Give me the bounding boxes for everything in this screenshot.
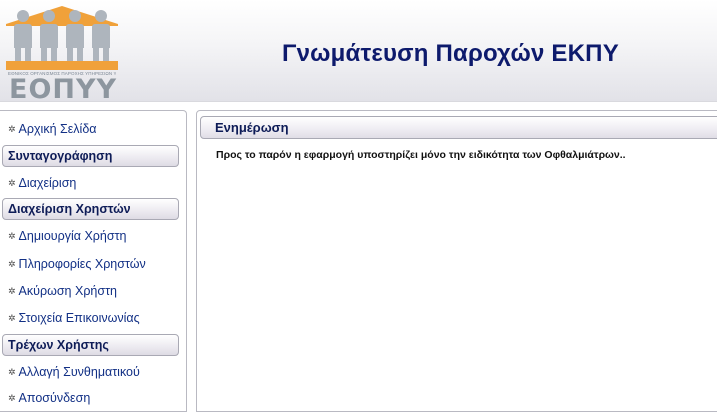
section-header-prescription: Συνταγογράφηση [2, 145, 179, 167]
section-header-user-management: Διαχείριση Χρηστών [2, 198, 179, 220]
logo-brand-text: ΕΟΠΥΥ [9, 74, 118, 105]
sidebar-item-label: Αλλαγή Συνθηματικού [18, 365, 140, 379]
sidebar-item-cancel-user[interactable]: ✲ Ακύρωση Χρήστη [8, 284, 117, 298]
gear-bullet-icon: ✲ [8, 231, 16, 241]
sidebar-item-label: Δημιουργία Χρήστη [18, 229, 127, 243]
sidebar-item-change-password[interactable]: ✲ Αλλαγή Συνθηματικού [8, 365, 140, 379]
person-figure-icon [38, 10, 60, 62]
sidebar-item-contact-info[interactable]: ✲ Στοιχεία Επικοινωνίας [8, 311, 140, 325]
gear-bullet-icon: ✲ [8, 178, 16, 188]
gear-bullet-icon: ✲ [8, 367, 16, 377]
sidebar-item-label: Στοιχεία Επικοινωνίας [18, 311, 140, 325]
sidebar-item-create-user[interactable]: ✲ Δημιουργία Χρήστη [8, 229, 126, 243]
sidebar-item-user-info[interactable]: ✲ Πληροφορίες Χρηστών [8, 257, 146, 271]
sidebar-nav: ✲ Αρχική Σελίδα Συνταγογράφηση ✲ Διαχείρισ… [0, 110, 187, 412]
sidebar-item-label: Αποσύνδεση [18, 391, 91, 405]
panel-title: Ενημέρωση [200, 116, 717, 139]
sidebar-item-label: Διαχείριση [18, 176, 77, 190]
info-message: Προς το παρόν η εφαρμογή υποστηρίζει μόν… [216, 149, 626, 161]
person-figure-icon [64, 10, 86, 62]
sidebar-item-label: Αρχική Σελίδα [18, 122, 97, 136]
person-figure-icon [90, 10, 112, 62]
gear-bullet-icon: ✲ [8, 124, 16, 134]
eopyy-logo[interactable]: ΕΘΝΙΚΟΣ ΟΡΓΑΝΙΣΜΟΣ ΠΑΡΟΧΗΣ ΥΠΗΡΕΣΙΩΝ ΥΓΕ… [4, 4, 120, 105]
logo-band [6, 61, 118, 70]
sidebar-item-logout[interactable]: ✲ Αποσύνδεση [8, 391, 90, 405]
gear-bullet-icon: ✲ [8, 259, 16, 269]
page-header: ΕΘΝΙΚΟΣ ΟΡΓΑΝΙΣΜΟΣ ΠΑΡΟΧΗΣ ΥΠΗΡΕΣΙΩΝ ΥΓΕ… [0, 0, 717, 105]
gear-bullet-icon: ✲ [8, 286, 16, 296]
person-figure-icon [12, 10, 34, 62]
sidebar-item-management[interactable]: ✲ Διαχείριση [8, 176, 76, 190]
sidebar-item-label: Ακύρωση Χρήστη [18, 284, 117, 298]
gear-bullet-icon: ✲ [8, 393, 16, 403]
app-title: Γνωμάτευση Παροχών ΕΚΠΥ [282, 40, 619, 67]
sidebar-item-home[interactable]: ✲ Αρχική Σελίδα [8, 122, 97, 136]
sidebar-item-label: Πληροφορίες Χρηστών [18, 257, 146, 271]
section-header-current-user: Τρέχων Χρήστης [2, 334, 179, 356]
gear-bullet-icon: ✲ [8, 313, 16, 323]
main-panel: Ενημέρωση Προς το παρόν η εφαρμογή υποστ… [196, 110, 717, 412]
